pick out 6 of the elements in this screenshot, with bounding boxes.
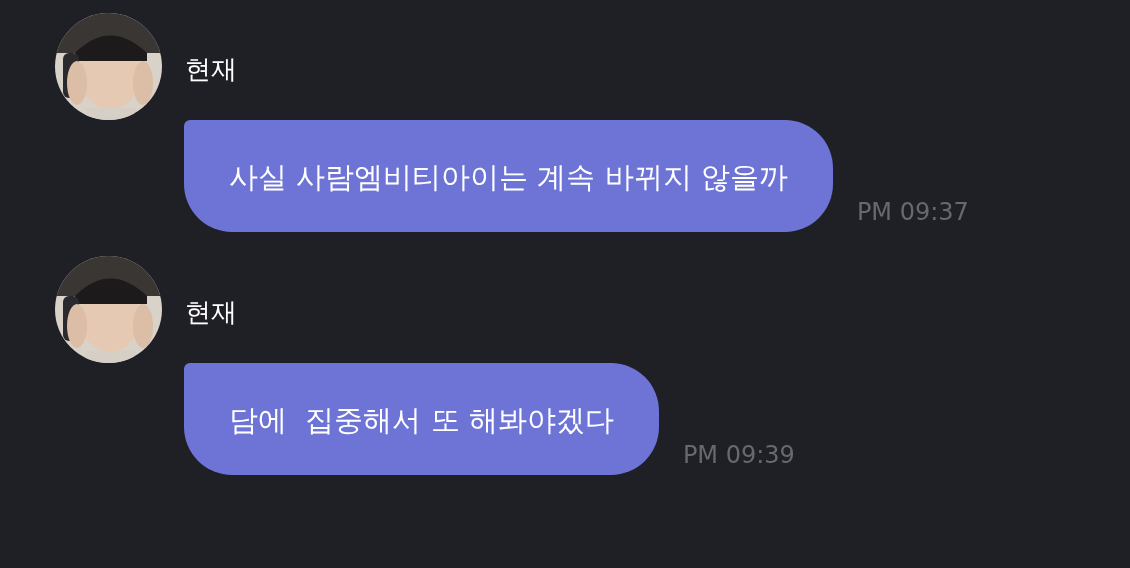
message-time: PM 09:37 <box>856 198 969 226</box>
message-bubble: 담에 집중해서 또 해봐야겠다 <box>184 363 659 475</box>
message-time: PM 09:39 <box>682 441 795 469</box>
sender-name: 현재 <box>185 52 237 86</box>
sender-name: 현재 <box>185 295 237 329</box>
message-bubble: 사실 사람엠비티아이는 계속 바뀌지 않을까 <box>184 120 833 232</box>
